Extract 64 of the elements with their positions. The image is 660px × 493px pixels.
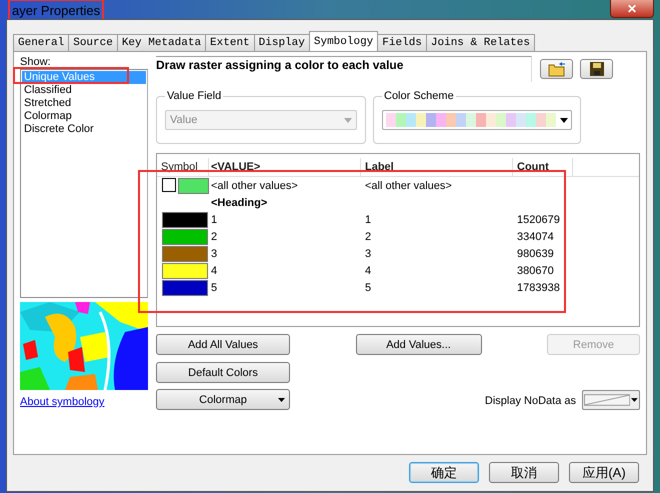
- tab[interactable]: Source: [68, 34, 118, 51]
- dropdown-arrow-icon: [278, 398, 285, 402]
- renderer-item[interactable]: Discrete Color: [22, 123, 146, 136]
- renderer-item[interactable]: Classified: [22, 84, 146, 97]
- table-cell-text: 334074: [516, 230, 555, 242]
- save-button[interactable]: [580, 59, 613, 79]
- tab[interactable]: Fields: [377, 34, 427, 51]
- group-label: Color Scheme: [383, 90, 455, 102]
- table-cell-text: 5: [210, 282, 218, 294]
- heading-cell-text: <Heading>: [210, 196, 268, 208]
- tab[interactable]: Symbology: [308, 31, 378, 51]
- table-cell-text: 980639: [516, 248, 555, 260]
- table-cell-text: 5: [364, 282, 372, 294]
- close-button[interactable]: ✕: [610, 0, 654, 18]
- action-button[interactable]: Add Values...: [356, 334, 482, 355]
- action-button[interactable]: Default Colors: [156, 362, 290, 383]
- tab[interactable]: Joins & Relates: [426, 34, 535, 51]
- symbol-swatch[interactable]: [178, 178, 209, 194]
- table-cell-text: 380670: [516, 264, 555, 276]
- nodata-label: Display NoData as: [484, 395, 576, 407]
- table-cell-text: 3: [210, 248, 218, 260]
- table-cell-text: 1: [210, 214, 218, 226]
- symbol-swatch[interactable]: [162, 280, 208, 296]
- tab[interactable]: Extent: [205, 34, 255, 51]
- dialog-button[interactable]: 确定: [409, 462, 479, 483]
- column-header[interactable]: <VALUE>: [209, 158, 361, 176]
- tab[interactable]: General: [13, 34, 70, 51]
- action-button[interactable]: Add All Values: [156, 334, 290, 355]
- symbol-swatch[interactable]: [162, 228, 208, 244]
- tab[interactable]: Key Metadata: [116, 34, 206, 51]
- table-cell-text: 4: [364, 264, 372, 276]
- renderer-item[interactable]: Stretched: [22, 97, 146, 110]
- table-cell-text: 3: [364, 248, 372, 260]
- table-cell-text: 2: [364, 230, 372, 242]
- table-cell-text: 2: [210, 230, 218, 242]
- dialog-button[interactable]: 取消: [489, 462, 559, 483]
- dropdown-arrow-icon: [631, 398, 638, 402]
- nodata-color-dropdown[interactable]: [582, 390, 640, 410]
- table-cell-text: <all other values>: [210, 180, 299, 192]
- column-header[interactable]: Count: [513, 158, 573, 176]
- group-label: Value Field: [166, 90, 222, 102]
- open-folder-button[interactable]: [540, 59, 573, 79]
- column-header[interactable]: Label: [361, 158, 513, 176]
- symbol-swatch[interactable]: [162, 212, 208, 228]
- column-header[interactable]: Symbol: [157, 158, 209, 176]
- about-symbology-link[interactable]: About symbology: [20, 396, 148, 408]
- color-scheme-dropdown[interactable]: [382, 110, 572, 130]
- renderer-item[interactable]: Colormap: [22, 110, 146, 123]
- colormap-dropdown-button[interactable]: Colormap: [156, 389, 290, 410]
- description-text: Draw raster assigning a color to each value: [156, 56, 532, 82]
- folder-icon: [548, 61, 566, 77]
- table-cell-text: <all other values>: [364, 180, 453, 192]
- table-cell-text: 1520679: [516, 214, 561, 226]
- table-cell-text: 4: [210, 264, 218, 276]
- dialog-button[interactable]: 应用(A): [569, 462, 639, 483]
- symbol-swatch[interactable]: [162, 262, 208, 278]
- dropdown-arrow-icon: [344, 118, 352, 122]
- show-label: Show:: [20, 56, 52, 68]
- tab[interactable]: Display: [254, 34, 310, 51]
- dropdown-arrow-icon: [560, 118, 568, 122]
- symbol-swatch[interactable]: [162, 246, 208, 262]
- table-cell-text: 1783938: [516, 282, 561, 294]
- table-cell-text: 1: [364, 214, 372, 226]
- empty-color-icon: [584, 394, 630, 406]
